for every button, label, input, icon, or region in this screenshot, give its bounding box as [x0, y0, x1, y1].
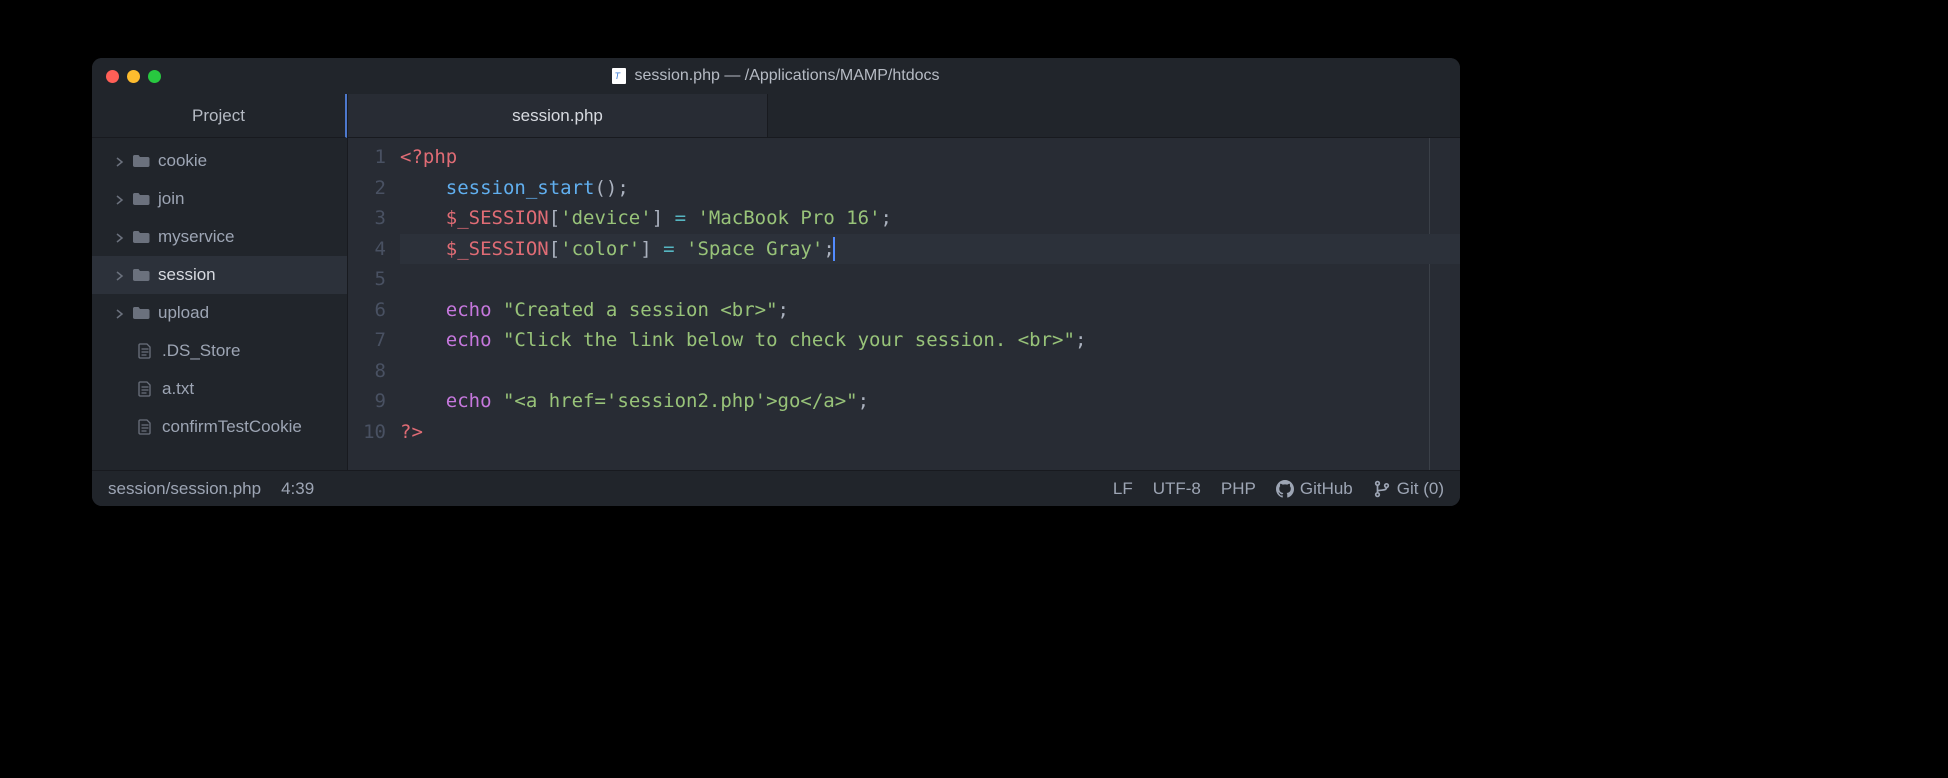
folder-icon [132, 191, 150, 207]
gutter: 12345678910 [348, 138, 400, 470]
file-tree[interactable]: cookie join myservice session upload .DS_Stor… [92, 138, 347, 470]
status-file-path[interactable]: session/session.php [108, 479, 261, 499]
tree-item--DS-Store[interactable]: .DS_Store [92, 332, 347, 370]
editor-window: session.php — /Applications/MAMP/htdocs … [92, 58, 1460, 506]
tree-item-label: session [158, 265, 216, 285]
code-editor[interactable]: 12345678910 <?php session_start(); $_SES… [348, 138, 1460, 470]
window-title: session.php — /Applications/MAMP/htdocs [92, 67, 1460, 85]
sidebar-header-project[interactable]: Project [92, 94, 347, 138]
status-cursor-position[interactable]: 4:39 [281, 479, 314, 499]
document-icon [136, 419, 154, 435]
statusbar: session/session.php 4:39 LF UTF-8 PHP Gi… [92, 470, 1460, 506]
file-type-icon [612, 68, 626, 84]
code-line[interactable]: echo "<a href='session2.php'>go</a>"; [400, 386, 1460, 417]
window-body: Project cookie join myservice session upload… [92, 94, 1460, 470]
git-branch-icon [1373, 480, 1391, 498]
status-encoding[interactable]: UTF-8 [1153, 479, 1201, 499]
code-line[interactable] [400, 356, 1460, 387]
code-line[interactable] [400, 264, 1460, 295]
folder-icon [132, 305, 150, 321]
line-number: 8 [348, 356, 386, 387]
line-number: 6 [348, 295, 386, 326]
tree-item-label: .DS_Store [162, 341, 240, 361]
sidebar: Project cookie join myservice session upload… [92, 94, 348, 470]
tree-item-label: a.txt [162, 379, 194, 399]
code-line[interactable]: session_start(); [400, 173, 1460, 204]
tree-item-myservice[interactable]: myservice [92, 218, 347, 256]
tree-item-label: confirmTestCookie [162, 417, 302, 437]
status-line-ending[interactable]: LF [1113, 479, 1133, 499]
line-number: 10 [348, 417, 386, 448]
document-icon [136, 381, 154, 397]
status-github[interactable]: GitHub [1276, 479, 1353, 499]
tree-item-session[interactable]: session [92, 256, 347, 294]
zoom-window-button[interactable] [148, 70, 161, 83]
line-number: 1 [348, 142, 386, 173]
chevron-right-icon [116, 309, 124, 317]
tree-item-a-txt[interactable]: a.txt [92, 370, 347, 408]
code-line[interactable]: ?> [400, 417, 1460, 448]
tree-item-label: myservice [158, 227, 235, 247]
chevron-right-icon [116, 195, 124, 203]
window-title-text: session.php — /Applications/MAMP/htdocs [634, 67, 939, 85]
chevron-right-icon [116, 233, 124, 241]
tree-item-upload[interactable]: upload [92, 294, 347, 332]
folder-icon [132, 267, 150, 283]
chevron-right-icon [116, 157, 124, 165]
line-number: 4 [348, 234, 386, 265]
line-number: 7 [348, 325, 386, 356]
titlebar[interactable]: session.php — /Applications/MAMP/htdocs [92, 58, 1460, 94]
status-language[interactable]: PHP [1221, 479, 1256, 499]
folder-icon [132, 153, 150, 169]
tree-item-label: cookie [158, 151, 207, 171]
tree-item-label: upload [158, 303, 209, 323]
line-number: 2 [348, 173, 386, 204]
line-number: 9 [348, 386, 386, 417]
line-number: 3 [348, 203, 386, 234]
tree-item-confirmTestCookie[interactable]: confirmTestCookie [92, 408, 347, 446]
close-window-button[interactable] [106, 70, 119, 83]
code-line[interactable]: $_SESSION['device'] = 'MacBook Pro 16'; [400, 203, 1460, 234]
code-line[interactable]: echo "Click the link below to check your… [400, 325, 1460, 356]
github-icon [1276, 480, 1294, 498]
tree-item-join[interactable]: join [92, 180, 347, 218]
tree-item-label: join [158, 189, 184, 209]
text-cursor [833, 237, 835, 261]
minimize-window-button[interactable] [127, 70, 140, 83]
code-content[interactable]: <?php session_start(); $_SESSION['device… [400, 138, 1460, 470]
tab-session-php[interactable]: session.php [348, 94, 768, 137]
traffic-lights [92, 70, 161, 83]
tab-label: session.php [512, 106, 603, 126]
document-icon [136, 343, 154, 359]
sidebar-header-label: Project [192, 106, 245, 126]
tree-item-cookie[interactable]: cookie [92, 142, 347, 180]
code-line[interactable]: <?php [400, 142, 1460, 173]
tabbar: session.php [348, 94, 1460, 138]
folder-icon [132, 229, 150, 245]
chevron-right-icon [116, 271, 124, 279]
code-line[interactable]: $_SESSION['color'] = 'Space Gray'; [400, 234, 1460, 265]
line-number: 5 [348, 264, 386, 295]
code-line[interactable]: echo "Created a session <br>"; [400, 295, 1460, 326]
editor-area: session.php 12345678910 <?php session_st… [348, 94, 1460, 470]
status-git[interactable]: Git (0) [1373, 479, 1444, 499]
